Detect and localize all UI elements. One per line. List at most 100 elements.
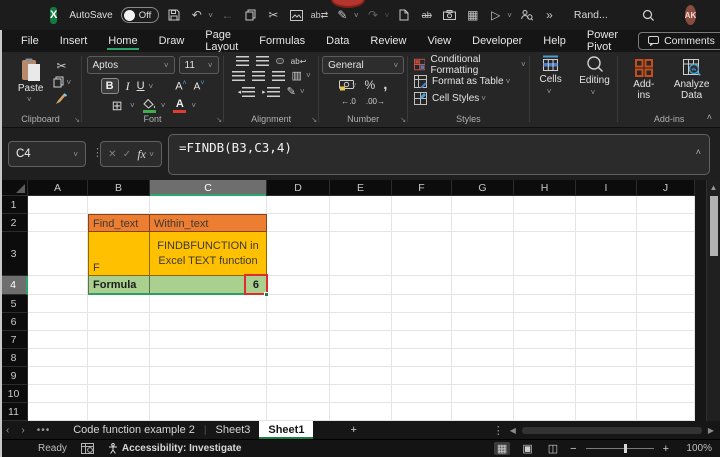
replace-icon[interactable]: ab⇄ bbox=[311, 7, 329, 24]
strikethrough-icon[interactable]: ab bbox=[418, 7, 435, 24]
macro-record-icon[interactable] bbox=[80, 443, 94, 454]
camera-icon[interactable] bbox=[441, 10, 458, 20]
paste-button[interactable]: Paste ˅ bbox=[10, 56, 52, 106]
ink-pen-icon[interactable]: ✎ bbox=[334, 7, 351, 24]
zoom-slider[interactable] bbox=[585, 444, 654, 453]
cell-c1[interactable] bbox=[150, 196, 267, 214]
fill-color-button[interactable] bbox=[142, 98, 156, 113]
number-dialog-launcher-icon[interactable]: ↘ bbox=[400, 116, 406, 124]
fill-color-chevron-icon[interactable]: ˅ bbox=[161, 101, 166, 110]
tab-help[interactable]: Help bbox=[542, 32, 567, 50]
picture-stamp-icon[interactable] bbox=[288, 9, 305, 21]
borders-chevron-icon[interactable]: ˅ bbox=[130, 101, 135, 110]
tab-developer[interactable]: Developer bbox=[471, 32, 523, 50]
select-all-corner[interactable] bbox=[0, 180, 28, 196]
font-dialog-launcher-icon[interactable]: ↘ bbox=[216, 116, 222, 124]
autosave-toggle[interactable]: Off bbox=[120, 7, 160, 23]
font-color-chevron-icon[interactable]: ˅ bbox=[191, 101, 196, 110]
column-header-i[interactable]: I bbox=[576, 180, 637, 196]
cell-a1[interactable] bbox=[28, 196, 88, 214]
wrap-text-button[interactable]: ab↩ bbox=[291, 57, 307, 66]
tab-draw[interactable]: Draw bbox=[158, 32, 186, 50]
zoom-out-icon[interactable]: − bbox=[570, 443, 576, 455]
decrease-indent-button[interactable]: ◂ bbox=[238, 86, 256, 97]
horizontal-scrollbar-thumb[interactable] bbox=[521, 426, 702, 434]
copy-icon[interactable] bbox=[242, 9, 259, 21]
addins-button[interactable]: Add-ins bbox=[621, 56, 666, 104]
play-chevron-icon[interactable]: ˅ bbox=[507, 11, 512, 20]
comments-button[interactable]: Comments bbox=[638, 32, 720, 50]
row-header-6[interactable]: 6 bbox=[0, 313, 28, 331]
column-header-c[interactable]: C bbox=[150, 180, 267, 196]
font-name-select[interactable]: Aptos ˅ bbox=[86, 56, 175, 74]
cell-c3[interactable]: FINDBFUNCTION in Excel TEXT function bbox=[150, 232, 267, 276]
name-box[interactable]: C4 ˅ bbox=[8, 141, 86, 167]
cell-c2[interactable]: Within_text bbox=[150, 214, 267, 232]
align-middle-button[interactable] bbox=[255, 56, 269, 66]
align-right-button[interactable] bbox=[271, 70, 285, 81]
accounting-format-button[interactable]: ˅ bbox=[338, 79, 357, 91]
row-header-10[interactable]: 10 bbox=[0, 385, 28, 403]
underline-chevron-icon[interactable]: ˅ bbox=[149, 82, 154, 91]
tab-review[interactable]: Review bbox=[369, 32, 407, 50]
align-center-button[interactable] bbox=[251, 70, 265, 81]
column-header-e[interactable]: E bbox=[330, 180, 392, 196]
format-painter-button[interactable] bbox=[53, 91, 69, 106]
conditional-formatting-button[interactable]: Conditional Formatting ˅ bbox=[414, 54, 526, 76]
vertical-scrollbar-thumb[interactable] bbox=[709, 196, 718, 256]
play-macro-icon[interactable]: ▷ bbox=[487, 7, 504, 24]
tab-formulas[interactable]: Formulas bbox=[258, 32, 306, 50]
row-header-2[interactable]: 2 bbox=[0, 214, 28, 232]
add-sheet-button[interactable]: + bbox=[341, 421, 365, 439]
decrease-decimal-button[interactable]: .00→ bbox=[366, 97, 385, 106]
more-commands-icon[interactable]: » bbox=[541, 7, 558, 24]
sheet-next-icon[interactable]: › bbox=[15, 425, 30, 436]
row-header-11[interactable]: 11 bbox=[0, 403, 28, 421]
font-color-button[interactable]: A bbox=[173, 98, 187, 113]
merge-center-button[interactable]: ▥ bbox=[292, 69, 302, 82]
sheet-tab-code-function-example-2[interactable]: Code function example 2 bbox=[64, 421, 204, 439]
vertical-scrollbar[interactable]: ▲ bbox=[706, 180, 720, 421]
search-icon[interactable] bbox=[640, 9, 657, 22]
alignment-dialog-launcher-icon[interactable]: ↘ bbox=[311, 116, 317, 124]
column-header-h[interactable]: H bbox=[514, 180, 576, 196]
person-search-icon[interactable] bbox=[518, 9, 535, 21]
increase-indent-button[interactable]: ▸ bbox=[262, 86, 280, 97]
cell-styles-button[interactable]: Cell Styles ˅ bbox=[414, 90, 486, 107]
tab-file[interactable]: File bbox=[20, 32, 40, 50]
row-header-4[interactable]: 4 bbox=[0, 276, 28, 295]
analyze-data-button[interactable]: Analyze Data bbox=[666, 56, 717, 104]
align-top-button[interactable] bbox=[235, 56, 249, 66]
merge-chevron-icon[interactable]: ˅ bbox=[306, 71, 311, 80]
cell-b3[interactable]: F bbox=[88, 232, 150, 276]
row-header-5[interactable]: 5 bbox=[0, 295, 28, 313]
cut-button[interactable]: ✂ bbox=[53, 58, 69, 73]
hscroll-right-icon[interactable]: ▶ bbox=[708, 426, 714, 435]
insert-function-button[interactable]: fx bbox=[137, 147, 146, 162]
page-break-view-icon[interactable]: ◫ bbox=[545, 442, 561, 455]
new-document-icon[interactable] bbox=[395, 9, 412, 21]
comma-style-button[interactable]: , bbox=[383, 77, 387, 92]
cell-b1[interactable] bbox=[88, 196, 150, 214]
tab-home[interactable]: Home bbox=[107, 32, 139, 50]
page-layout-view-icon[interactable]: ▣ bbox=[519, 442, 535, 455]
avatar[interactable]: AK bbox=[684, 5, 697, 25]
sheet-prev-icon[interactable]: ‹ bbox=[0, 425, 15, 436]
cell-c4-active[interactable]: 6 bbox=[150, 274, 269, 297]
align-left-button[interactable] bbox=[231, 70, 245, 81]
column-header-b[interactable]: B bbox=[88, 180, 150, 196]
underline-button[interactable]: U bbox=[137, 80, 145, 92]
bold-button[interactable]: B bbox=[100, 78, 119, 94]
borders-button[interactable]: ⊞ bbox=[109, 98, 125, 113]
cell-b4[interactable]: Formula bbox=[88, 276, 150, 295]
column-header-g[interactable]: G bbox=[452, 180, 514, 196]
save-icon[interactable] bbox=[165, 9, 182, 21]
tab-view[interactable]: View bbox=[426, 32, 452, 50]
shrink-font-button[interactable]: A˅ bbox=[194, 80, 205, 92]
column-header-f[interactable]: F bbox=[392, 180, 452, 196]
increase-decimal-button[interactable]: ←.0 bbox=[341, 97, 356, 106]
cells-button[interactable]: Cells ˅ bbox=[530, 52, 572, 127]
orientation-button[interactable]: ✎ bbox=[287, 85, 296, 98]
zoom-slider-thumb[interactable] bbox=[623, 444, 627, 453]
number-format-select[interactable]: General ˅ bbox=[322, 56, 405, 74]
